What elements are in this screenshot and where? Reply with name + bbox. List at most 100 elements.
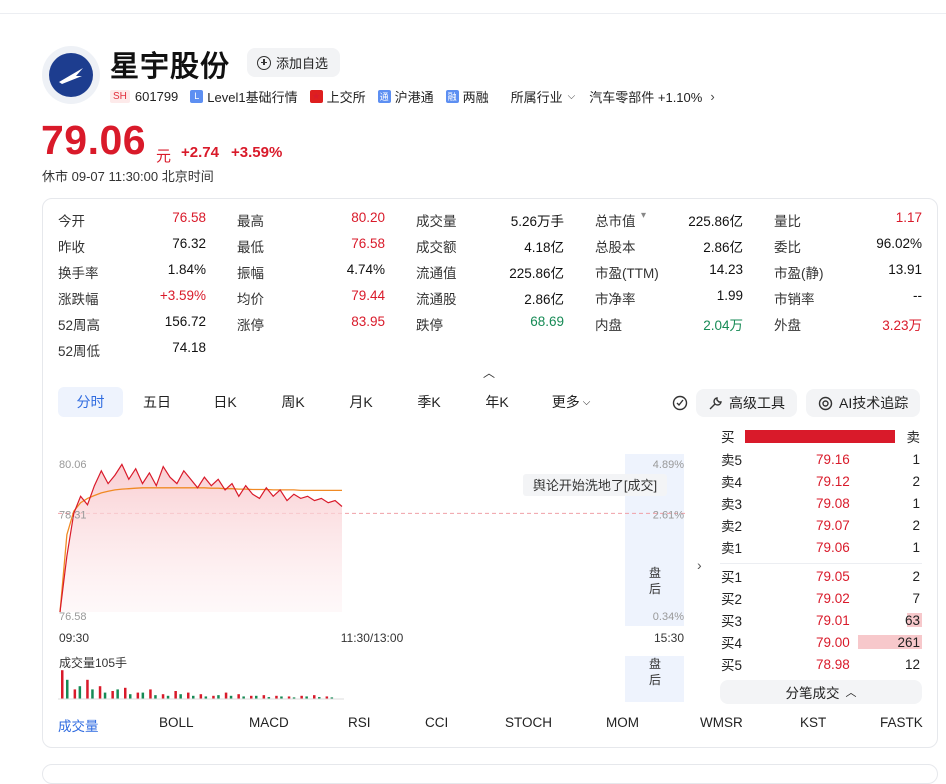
percent-axis-label: 0.34% [653,611,684,623]
indicator-tab[interactable]: WMSR [700,715,743,730]
indicator-tab[interactable]: MACD [249,715,289,730]
margin-tag: 融 两融 [445,89,489,105]
stat-item: 市销率 -- [774,288,922,308]
level-volume: 1 [912,495,920,511]
volume-label: 成交量105手 [59,655,127,670]
tab-period-1[interactable]: 五日 [123,387,191,417]
level-volume: 2 [912,473,920,489]
indicator-tab[interactable]: 成交量 [58,715,99,735]
exchange-tag: ★ 上交所 [309,87,366,106]
ai-target-icon [818,396,833,410]
level-volume: 2 [912,568,920,584]
level-price: 79.06 [816,539,850,555]
order-book-row: 买1 79.05 2 [720,566,922,586]
stat-item: 成交额 4.18亿 [416,236,564,256]
tab-period-6[interactable]: 年K [463,387,531,417]
indicator-tab[interactable]: KST [800,715,826,730]
stock-code: 601799 [134,88,179,104]
industry-dropdown[interactable]: 所属行业 ⌵ [511,87,576,106]
ai-tracking-button[interactable]: AI技术追踪 [806,389,921,417]
volume-bar-down [129,694,132,699]
stat-item: 跌停 68.69 [416,314,564,334]
collapse-stats-button[interactable]: ︿ [483,364,495,381]
sort-down-icon[interactable]: ▾ [641,210,646,221]
percent-axis-label: 2.61% [653,509,684,521]
draw-tool-icon[interactable] [670,389,690,417]
tab-period-2[interactable]: 日K [191,387,259,417]
tab-intraday[interactable]: 分时 [58,387,123,417]
stat-value: 5.26万手 [510,214,564,229]
stat-item: 内盘 2.04万 [595,314,743,334]
volume-bar-down [141,692,145,699]
stat-label: 均价 [237,292,264,307]
stat-value: 3.23万 [882,318,922,333]
volume-bar-down [103,692,107,699]
chart-period-tabs: 分时 五日 日K 周K 月K 季K 年K 更多 ⌵ [58,387,611,417]
stat-item: 最低 76.58 [237,236,385,256]
stat-item: 外盘 3.23万 [774,314,922,334]
stat-value: 225.86亿 [688,214,743,229]
market-badge: SH [110,89,130,103]
stat-value: 83.95 [351,314,385,329]
stat-item: 流通值 225.86亿 [416,262,564,282]
level-label: 卖2 [721,519,743,534]
stat-label: 成交额 [416,240,457,255]
stat-item: 52周高 156.72 [58,314,206,334]
indicator-tab[interactable]: BOLL [159,715,194,730]
stat-value: -- [913,288,922,303]
after-hours-char: 盘 [649,565,661,580]
percent-axis-label: 4.89% [653,459,684,471]
stat-label: 昨收 [58,240,85,255]
indicator-tab[interactable]: RSI [348,715,371,730]
stat-label: 最高 [237,214,264,229]
level-label: 卖3 [721,497,743,512]
intraday-chart[interactable]: 80.06 78.31 76.58 4.89% 2.61% 0.34% 09:30 11:30… [58,450,686,710]
level-volume: 261 [897,634,920,650]
advanced-tools-button[interactable]: 高级工具 [696,389,797,417]
stat-label: 成交量 [416,214,457,229]
stat-label: 52周高 [58,318,101,333]
price-axis-label: 78.31 [59,509,87,521]
sector-link[interactable]: 汽车零部件 +1.10% › [589,87,714,106]
indicator-tab[interactable]: STOCH [505,715,552,730]
tab-period-3[interactable]: 周K [259,387,327,417]
margin-icon: 融 [445,89,459,103]
volume-bar-up [237,694,240,699]
indicator-tab[interactable]: CCI [425,715,448,730]
indicator-tab[interactable]: FASTK [880,715,923,730]
tab-period-4[interactable]: 月K [327,387,395,417]
volume-bar-up [199,694,203,699]
chevron-down-icon: ⌵ [567,90,576,102]
expand-orderbook-icon[interactable]: › [697,557,702,573]
tick-trades-button[interactable]: 分笔成交 ︿ [720,680,922,704]
stat-label: 内盘 [595,318,622,333]
stat-label: 总股本 [595,240,636,255]
level-label: 卖5 [721,453,743,468]
volume-bar-up [136,692,140,699]
stat-label: 振幅 [237,266,264,281]
stat-label: 市净率 [595,292,636,307]
indicator-tab[interactable]: MOM [606,715,639,730]
connect-tag: 通 沪港通 [377,89,434,105]
stat-item: 量比 1.17 [774,210,922,230]
stat-item: 涨跌幅 +3.59% [58,288,206,308]
stat-item: 今开 76.58 [58,210,206,230]
time-axis-label: 09:30 [59,631,89,645]
after-hours-char: 盘 [649,656,661,671]
level-price: 78.98 [816,656,850,672]
level-volume: 12 [904,656,920,672]
level-volume: 2 [912,517,920,533]
market-status: 休市 09-07 11:30:00 北京时间 [42,169,214,184]
volume-bar-up [149,689,152,699]
level1-tag[interactable]: L Level1基础行情 [190,87,298,106]
stat-value: 74.18 [172,340,206,355]
tab-period-5[interactable]: 季K [395,387,463,417]
volume-bar-down [116,689,119,699]
tab-period-7[interactable]: 更多 ⌵ [531,387,611,417]
stat-value: 79.44 [351,288,385,303]
price-change: +2.74 [181,144,219,161]
chevron-down-icon: ⌵ [582,396,591,408]
sell-label: 卖 [906,430,921,445]
add-favorite-button[interactable]: 添加自选 [247,48,341,77]
order-book-row: 买3 79.01 63 [720,610,922,630]
